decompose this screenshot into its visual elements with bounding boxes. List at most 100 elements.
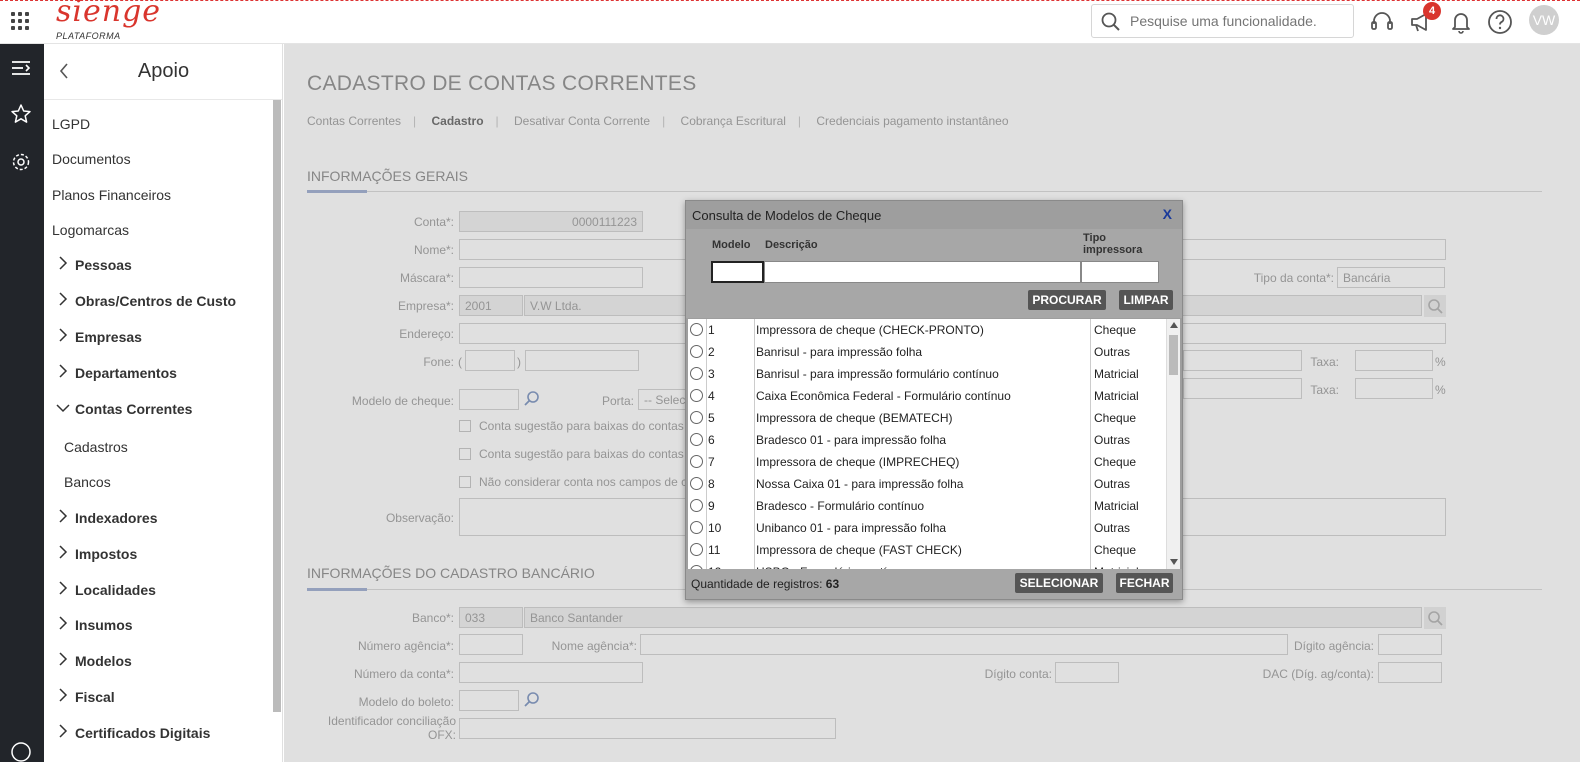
- dialog-filter-area: Modelo Descrição Tipo impressora PROCURAR…: [686, 229, 1182, 318]
- sidebar-group-label: Insumos: [75, 617, 133, 633]
- chevron-right-icon: [59, 724, 68, 738]
- row-code: 10: [708, 521, 722, 535]
- row-description: Impressora de cheque (FAST CHECK): [756, 543, 962, 557]
- help-circle-icon[interactable]: [10, 741, 32, 762]
- row-description: Bradesco 01 - para impressão folha: [756, 433, 947, 447]
- filter-descricao-input[interactable]: [764, 261, 1081, 283]
- sidebar-group-indexadores[interactable]: Indexadores: [56, 509, 157, 526]
- sidebar-group-empresas[interactable]: Empresas: [56, 328, 142, 345]
- chevron-right-icon: [59, 688, 68, 702]
- row-tipo: Cheque: [1094, 543, 1137, 557]
- col-header-tipo-line1: Tipo: [1083, 232, 1107, 244]
- col-header-tipo-line2: impressora: [1083, 244, 1143, 256]
- dialog-title: Consulta de Modelos de Cheque: [692, 208, 882, 223]
- sidebar-group-impostos[interactable]: Impostos: [56, 545, 137, 562]
- headset-support-icon[interactable]: [1369, 9, 1395, 35]
- gear-icon[interactable]: [10, 151, 32, 173]
- avatar[interactable]: VW: [1529, 5, 1559, 35]
- menu-collapse-icon[interactable]: [10, 57, 32, 79]
- chevron-right-icon: [59, 616, 68, 630]
- sidebar-group-localidades[interactable]: Localidades: [56, 581, 156, 598]
- limpar-button[interactable]: LIMPAR: [1119, 290, 1173, 310]
- row-radio[interactable]: [690, 455, 703, 468]
- filter-tipo-input[interactable]: [1081, 261, 1159, 283]
- sidebar-item-planos-financeiros[interactable]: Planos Financeiros: [52, 187, 171, 203]
- cheque-model-list: 1 Impressora de cheque (CHECK-PRONTO) Cheq…: [688, 319, 1180, 569]
- record-count: Quantidade de registros: 63: [691, 577, 839, 591]
- sidebar-header: Apoio: [44, 44, 282, 100]
- list-item[interactable]: 4 Caixa Econômica Federal - Formulário co…: [688, 385, 1165, 407]
- row-tipo: Matricial: [1094, 389, 1139, 403]
- list-item[interactable]: 8 Nossa Caixa 01 - para impressão folha Ou…: [688, 473, 1165, 495]
- list-scrollbar[interactable]: [1166, 319, 1180, 569]
- sidebar-group-insumos[interactable]: Insumos: [56, 616, 133, 633]
- sidebar-group-contas-correntes[interactable]: Contas Correntes: [56, 401, 192, 417]
- scroll-down-icon[interactable]: [1170, 559, 1178, 565]
- sidebar-group-label: Certificados Digitais: [75, 725, 211, 741]
- apps-grid-icon[interactable]: [11, 12, 29, 30]
- sidebar-group-departamentos[interactable]: Departamentos: [56, 364, 177, 381]
- close-icon[interactable]: X: [1163, 206, 1172, 222]
- list-item[interactable]: 2 Banrisul - para impressão folha Outras: [688, 341, 1165, 363]
- row-radio[interactable]: [690, 499, 703, 512]
- row-radio[interactable]: [690, 521, 703, 534]
- row-radio[interactable]: [690, 389, 703, 402]
- sidebar-item-documentos[interactable]: Documentos: [52, 151, 131, 167]
- global-search[interactable]: [1091, 4, 1354, 38]
- row-radio[interactable]: [690, 543, 703, 556]
- sidebar-group-certificados[interactable]: Certificados Digitais: [56, 724, 210, 741]
- record-count-label: Quantidade de registros:: [691, 577, 823, 591]
- filter-modelo-input[interactable]: [711, 261, 764, 283]
- list-item[interactable]: 9 Bradesco - Formulário contínuo Matricial: [688, 495, 1165, 517]
- row-tipo: Outras: [1094, 433, 1131, 447]
- row-code: 3: [708, 367, 715, 381]
- list-item[interactable]: 5 Impressora de cheque (BEMATECH) Cheque: [688, 407, 1165, 429]
- logo-wordmark: sienge: [56, 0, 162, 29]
- help-icon[interactable]: [1487, 9, 1513, 35]
- logo-subtitle: PLATAFORMA: [56, 31, 121, 41]
- row-description: Unibanco 01 - para impressão folha: [756, 521, 947, 535]
- list-item[interactable]: 6 Bradesco 01 - para impressão folha Outra…: [688, 429, 1165, 451]
- sidebar-group-fiscal[interactable]: Fiscal: [56, 688, 115, 705]
- row-radio[interactable]: [690, 477, 703, 490]
- row-radio[interactable]: [690, 367, 703, 380]
- sidebar-group-pessoas[interactable]: Pessoas: [56, 256, 132, 273]
- sidebar-group-modelos[interactable]: Modelos: [56, 652, 132, 669]
- sidebar-group-obras[interactable]: Obras/Centros de Custo: [56, 292, 236, 309]
- sidebar-group-label: Obras/Centros de Custo: [75, 293, 237, 309]
- row-code: 5: [708, 411, 715, 425]
- row-radio[interactable]: [690, 345, 703, 358]
- list-item[interactable]: 1 Impressora de cheque (CHECK-PRONTO) Cheq…: [688, 319, 1165, 341]
- sidebar: Apoio LGPD Documentos Planos Financeiros…: [44, 44, 283, 762]
- list-item[interactable]: 12HSBC - Formulário contínuoMatricial: [688, 561, 1165, 569]
- sidebar-subitem-cadastros[interactable]: Cadastros: [64, 439, 128, 455]
- list-item[interactable]: 11 Impressora de cheque (FAST CHECK) Chequ…: [688, 539, 1165, 561]
- search-icon: [1101, 12, 1120, 31]
- bell-icon[interactable]: [1448, 9, 1474, 35]
- cheque-model-dialog: Consulta de Modelos de Cheque X Modelo D…: [685, 200, 1183, 600]
- list-item[interactable]: 10 Unibanco 01 - para impressão folha Outr…: [688, 517, 1165, 539]
- scroll-up-icon[interactable]: [1170, 322, 1178, 328]
- row-radio[interactable]: [690, 323, 703, 336]
- list-scroll-thumb[interactable]: [1169, 335, 1178, 375]
- fechar-button[interactable]: FECHAR: [1116, 573, 1173, 593]
- row-description: Nossa Caixa 01 - para impressão folha: [756, 477, 964, 491]
- search-input[interactable]: [1130, 11, 1345, 31]
- top-bar: sienge PLATAFORMA 4 VW: [0, 0, 1580, 44]
- row-tipo: Matricial: [1094, 499, 1139, 513]
- row-description: Caixa Econômica Federal - Formulário con…: [756, 389, 1011, 403]
- sidebar-scrollbar[interactable]: [273, 100, 281, 712]
- row-radio[interactable]: [690, 433, 703, 446]
- sidebar-item-lgpd[interactable]: LGPD: [52, 116, 90, 132]
- row-description: Bradesco - Formulário contínuo: [756, 499, 925, 513]
- list-item[interactable]: 3 Banrisul - para impressão formulário co…: [688, 363, 1165, 385]
- list-item[interactable]: 7 Impressora de cheque (IMPRECHEQ) Cheque: [688, 451, 1165, 473]
- row-tipo: Outras: [1094, 345, 1131, 359]
- sidebar-item-logomarcas[interactable]: Logomarcas: [52, 222, 129, 238]
- sidebar-subitem-bancos[interactable]: Bancos: [64, 474, 111, 490]
- row-radio[interactable]: [690, 411, 703, 424]
- chevron-right-icon: [59, 328, 68, 342]
- star-icon[interactable]: [10, 103, 32, 125]
- selecionar-button[interactable]: SELECIONAR: [1015, 573, 1103, 593]
- procurar-button[interactable]: PROCURAR: [1028, 290, 1106, 310]
